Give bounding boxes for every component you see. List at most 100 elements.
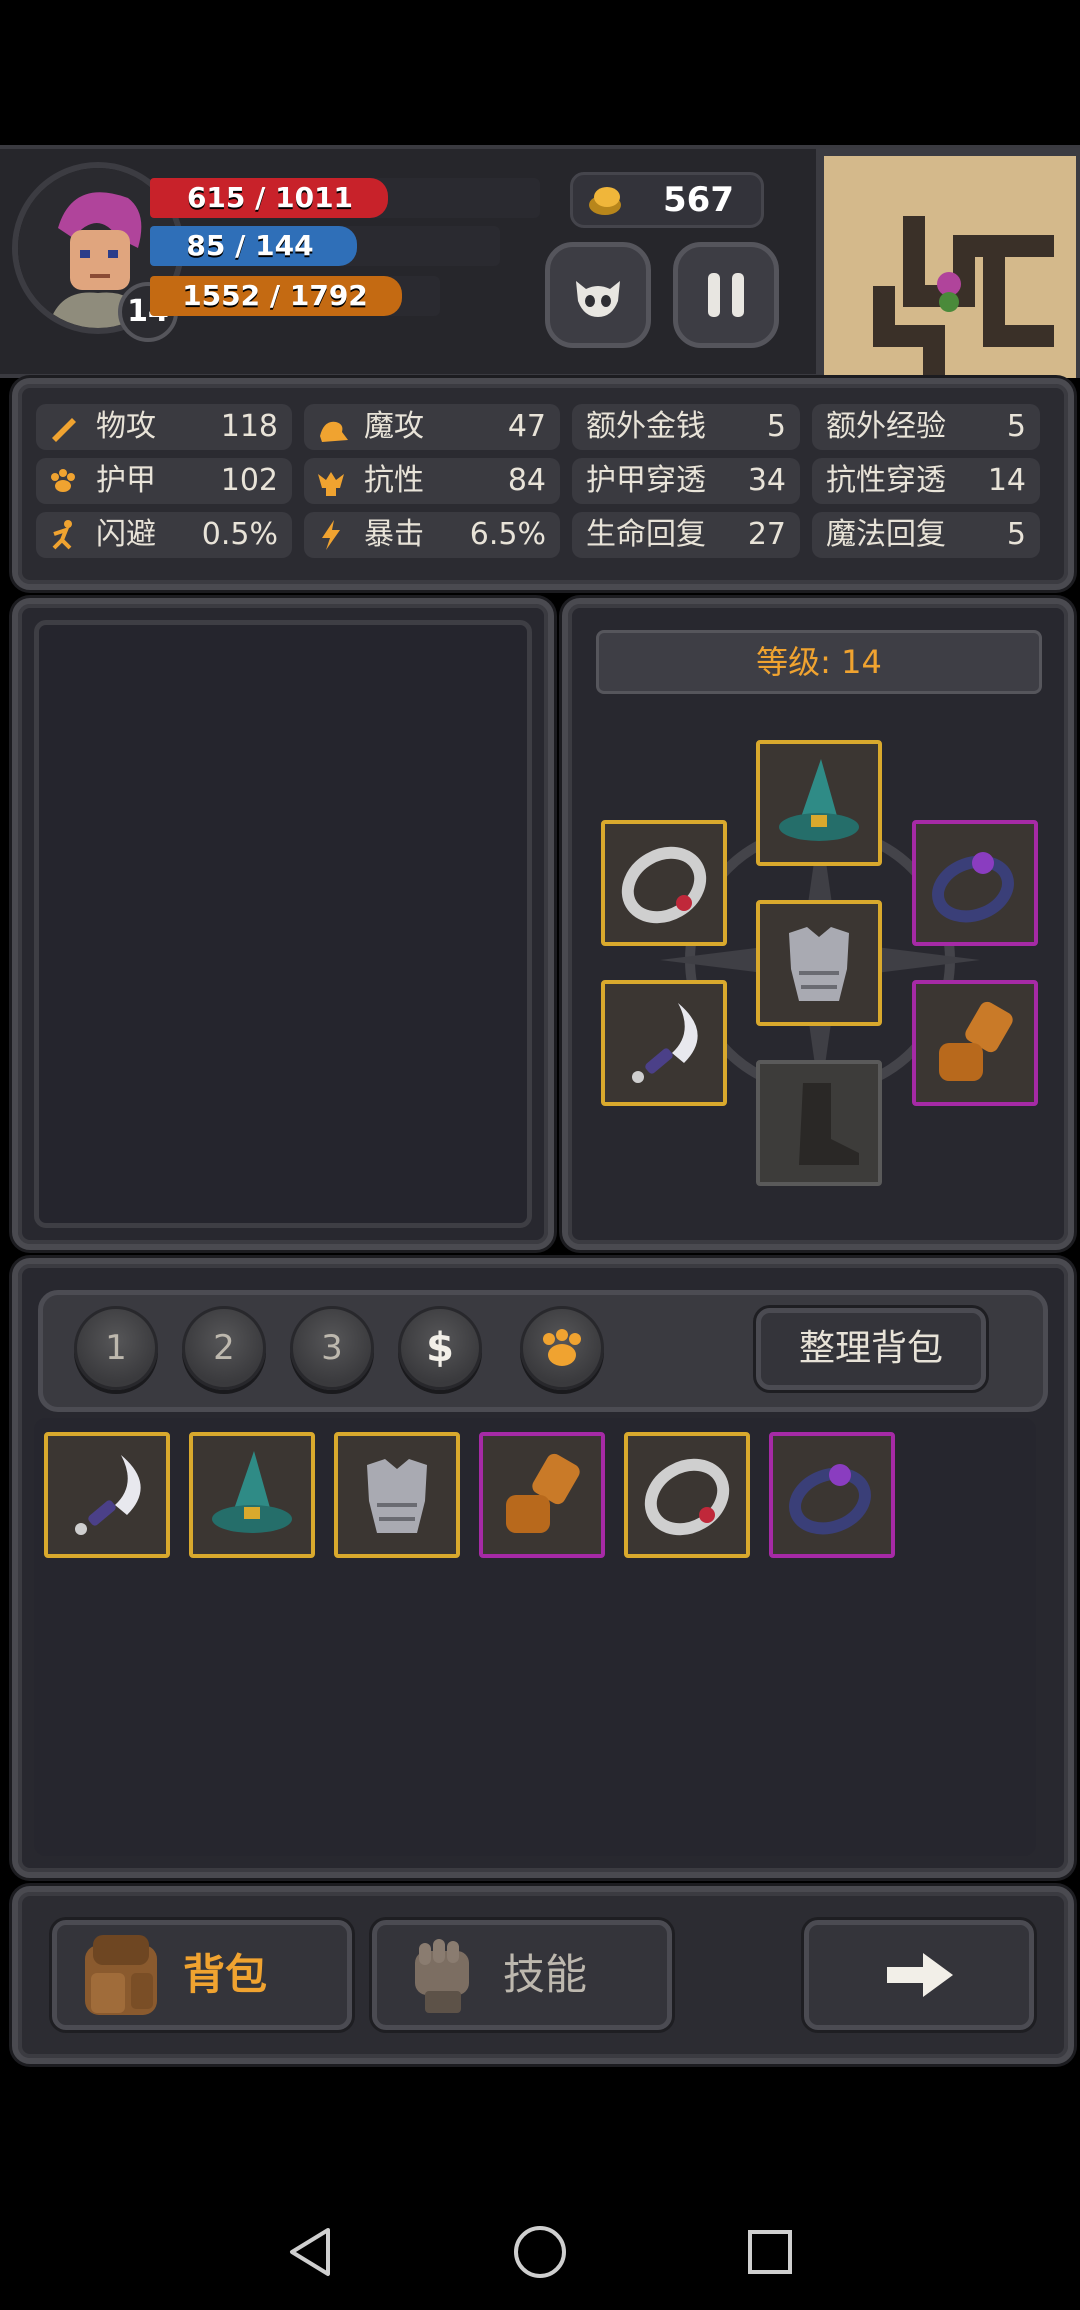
gauntlet-icon [492,1445,592,1549]
tab-3-label: 3 [321,1328,343,1368]
wizard-hat-icon [769,753,869,857]
bag-nav-label: 背包 [183,1950,268,1999]
item-detail-area [34,620,532,1228]
mp-text: 85 / 144 [186,229,314,262]
coin-icon [589,187,621,215]
chest-armor-icon [769,913,869,1017]
stat-label: 魔攻 [364,409,424,444]
resist-icon [318,472,344,496]
paw-armor-icon [51,469,75,492]
stat-5: 护甲 102 [36,458,292,504]
stat-value: 84 [507,463,546,498]
stat-value: 102 [220,463,278,498]
minimap[interactable] [816,148,1080,378]
gauntlet-icon [925,993,1025,1097]
tab-2-label: 2 [213,1328,235,1368]
gold-amount: 567 [663,180,734,220]
stat-value: 47 [507,409,546,444]
stat-value: 27 [747,517,786,552]
curved-dagger-icon [57,1445,157,1549]
inventory-item[interactable] [334,1432,460,1558]
inventory-tab-2[interactable]: 2 [182,1306,266,1390]
stat-label: 暴击 [364,517,424,552]
equip-slot-ring-right[interactable] [912,820,1038,946]
lightning-icon [322,520,340,550]
fist-icon [415,1939,469,2013]
inventory-tab-shop[interactable]: $ [398,1306,482,1390]
maze-map-icon [873,216,1054,378]
stat-label: 护甲穿透 [586,463,706,498]
arrow-right-icon [887,1953,953,1997]
inventory-item[interactable] [479,1432,605,1558]
pause-button[interactable] [673,242,779,348]
magic-hand-icon [320,421,348,442]
inventory-item[interactable] [189,1432,315,1558]
stat-value: 34 [747,463,786,498]
pet-button[interactable] [545,242,651,348]
stat-value: 5 [1006,517,1026,552]
silver-ring-icon [614,833,714,937]
skills-nav-button[interactable]: 技能 [372,1920,672,2030]
chest-armor-icon [347,1445,447,1549]
stat-2: 魔攻 47 [304,404,560,450]
xp-bar: 1552 / 1792 [150,276,440,316]
hp-bar: 615 / 1011 [150,178,540,218]
inventory-tab-3[interactable]: 3 [290,1306,374,1390]
stat-11: 生命回复 27 [572,512,800,558]
stat-value: 6.5% [469,517,546,552]
mp-bar: 85 / 144 [150,226,500,266]
stat-label: 魔法回复 [826,517,946,552]
equip-slot-hat[interactable] [756,740,882,866]
inventory-tab-1[interactable]: 1 [74,1306,158,1390]
hp-text: 615 / 1011 [186,181,354,214]
back-icon[interactable] [284,2226,336,2278]
stat-value: 0.5% [201,517,278,552]
purple-ring-icon [782,1445,882,1549]
wizard-hat-icon [202,1445,302,1549]
stat-10: 暴击 6.5% [304,512,560,558]
ghost-face-icon [576,281,620,317]
running-icon [52,520,72,550]
stat-12: 魔法回复 5 [812,512,1040,558]
stat-label: 抗性穿透 [826,463,946,498]
stat-label: 物攻 [96,409,156,444]
backpack-icon [85,1935,157,2015]
equip-slot-boots[interactable] [756,1060,882,1186]
stat-3: 额外金钱 5 [572,404,800,450]
inventory-tab-equipment[interactable] [520,1306,604,1390]
inventory-item[interactable] [769,1432,895,1558]
stat-label: 生命回复 [586,517,706,552]
stat-1: 物攻 118 [36,404,292,450]
inventory-item[interactable] [44,1432,170,1558]
next-arrow-button[interactable] [804,1920,1034,2030]
curved-dagger-icon [614,993,714,1097]
purple-ring-icon [925,833,1025,937]
equip-slot-ring-left[interactable] [601,820,727,946]
pause-icon [708,273,744,317]
stat-value: 118 [220,409,278,444]
stat-6: 抗性 84 [304,458,560,504]
stat-label: 额外经验 [826,409,946,444]
sword-icon [52,418,76,442]
equip-slot-weapon[interactable] [601,980,727,1106]
bag-nav-button[interactable]: 背包 [52,1920,352,2030]
equip-slot-armor[interactable] [756,900,882,1026]
home-icon[interactable] [512,2224,568,2280]
recent-apps-icon[interactable] [746,2228,794,2276]
stat-label: 护甲 [96,463,156,498]
stat-value: 5 [1006,409,1026,444]
sort-bag-button[interactable]: 整理背包 [756,1308,986,1390]
gold-counter: 567 [570,172,764,228]
inventory-item[interactable] [624,1432,750,1558]
tab-1-label: 1 [105,1328,127,1368]
item-detail-panel [12,598,554,1250]
stat-7: 护甲穿透 34 [572,458,800,504]
paw-armor-icon [543,1329,581,1366]
stat-label: 抗性 [364,463,424,498]
tab-shop-label: $ [426,1325,454,1371]
equip-slot-gloves[interactable] [912,980,1038,1106]
xp-text: 1552 / 1792 [182,279,368,312]
stat-8: 抗性穿透 14 [812,458,1040,504]
stat-4: 额外经验 5 [812,404,1040,450]
equipment-level-label: 等级: 14 [756,643,882,681]
